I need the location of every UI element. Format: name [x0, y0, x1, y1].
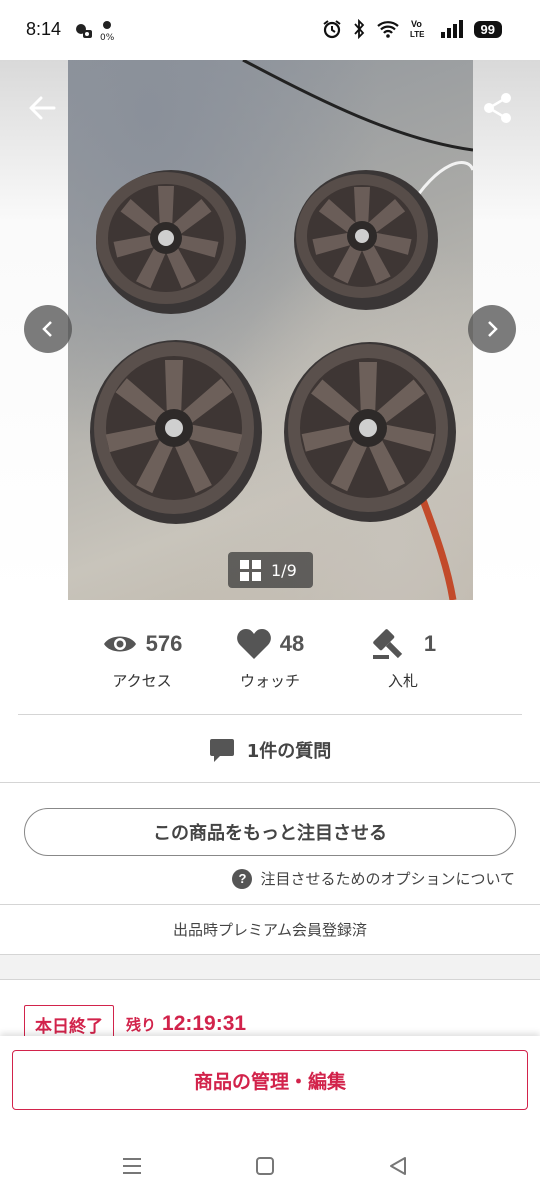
svg-text:LTE: LTE — [410, 30, 425, 39]
home-button[interactable] — [251, 1152, 279, 1180]
square-icon — [256, 1157, 274, 1175]
back-nav-button[interactable] — [384, 1152, 412, 1180]
questions-label: 1件の質問 — [246, 741, 332, 762]
watch-count: 48 — [279, 631, 305, 656]
heart-icon — [236, 629, 271, 659]
premium-member-note: 出品時プレミアム会員登録済 — [173, 920, 367, 939]
item-stats: 576 アクセス 48 ウォッチ 1 入札 — [0, 618, 540, 698]
next-image-button[interactable] — [468, 305, 516, 353]
bid-count: 1 — [423, 631, 437, 656]
promote-item-button[interactable]: この商品をもっと注目させる — [24, 808, 516, 856]
bids-label: 入札 — [387, 672, 418, 690]
wheel-top-right — [294, 170, 438, 310]
image-counter-button[interactable]: 1/9 — [228, 552, 313, 588]
status-notification-icons: 0% — [74, 20, 114, 42]
remaining-label: 残り — [126, 1015, 157, 1034]
manage-edit-item-button[interactable]: 商品の管理・編集 — [12, 1050, 528, 1110]
watch-label: ウォッチ — [239, 672, 300, 690]
divider — [18, 714, 522, 715]
fan-icon: 0% — [100, 21, 114, 42]
access-count: 576 — [145, 631, 183, 656]
recent-apps-button[interactable] — [118, 1152, 146, 1180]
divider — [0, 904, 540, 905]
promote-options-label: 注目させるためのオプションについて — [260, 870, 515, 888]
divider — [0, 782, 540, 783]
triangle-back-icon — [390, 1157, 406, 1175]
status-time: 8:14 — [26, 19, 62, 39]
system-navigation-bar — [0, 1128, 540, 1200]
promote-options-link[interactable]: ? 注目させるためのオプションについて — [232, 868, 515, 889]
wheel-bottom-left — [90, 340, 262, 524]
status-bar: 8:14 0% Vo LTE 99 — [0, 0, 540, 60]
grid-icon — [240, 559, 261, 581]
eye-icon — [103, 636, 136, 652]
chevron-right-icon — [488, 321, 498, 337]
wheels-photo-drawing — [90, 60, 473, 600]
menu-lines-icon — [123, 1158, 141, 1174]
arrow-left-icon — [29, 96, 56, 120]
share-button[interactable] — [480, 90, 516, 126]
wheel-top-left — [96, 170, 246, 314]
wifi-icon — [376, 21, 399, 38]
product-image-gallery[interactable]: 1/9 — [0, 60, 540, 600]
gavel-icon — [372, 629, 403, 659]
wheel-bottom-right — [284, 342, 456, 522]
svg-text:Vo: Vo — [411, 19, 422, 29]
remaining-time: 12:19:31 — [162, 1012, 247, 1035]
bluetooth-icon — [353, 19, 364, 39]
question-mark-icon: ? — [232, 868, 253, 889]
stat-bids: 1 入札 — [328, 618, 478, 691]
battery-indicator: 99 — [473, 20, 502, 38]
bottom-action-bar: 商品の管理・編集 — [0, 1036, 540, 1128]
share-icon — [484, 93, 511, 123]
stat-watch: 48 ウォッチ — [195, 618, 345, 691]
previous-image-button[interactable] — [24, 305, 72, 353]
questions-link[interactable]: 1件の質問 — [0, 730, 540, 770]
chevron-left-icon — [42, 321, 52, 337]
section-separator — [0, 954, 540, 980]
signal-icon — [440, 20, 463, 38]
status-system-icons: Vo LTE 99 — [322, 18, 502, 40]
alarm-icon — [322, 20, 341, 39]
chat-icon — [209, 739, 234, 762]
svg-text:0%: 0% — [100, 33, 114, 42]
product-photo[interactable] — [68, 60, 473, 600]
image-counter-text: 1/9 — [271, 560, 297, 580]
notification-app-icon — [76, 24, 92, 38]
volte-icon: VoLTE — [410, 19, 425, 39]
back-button[interactable] — [24, 90, 60, 126]
